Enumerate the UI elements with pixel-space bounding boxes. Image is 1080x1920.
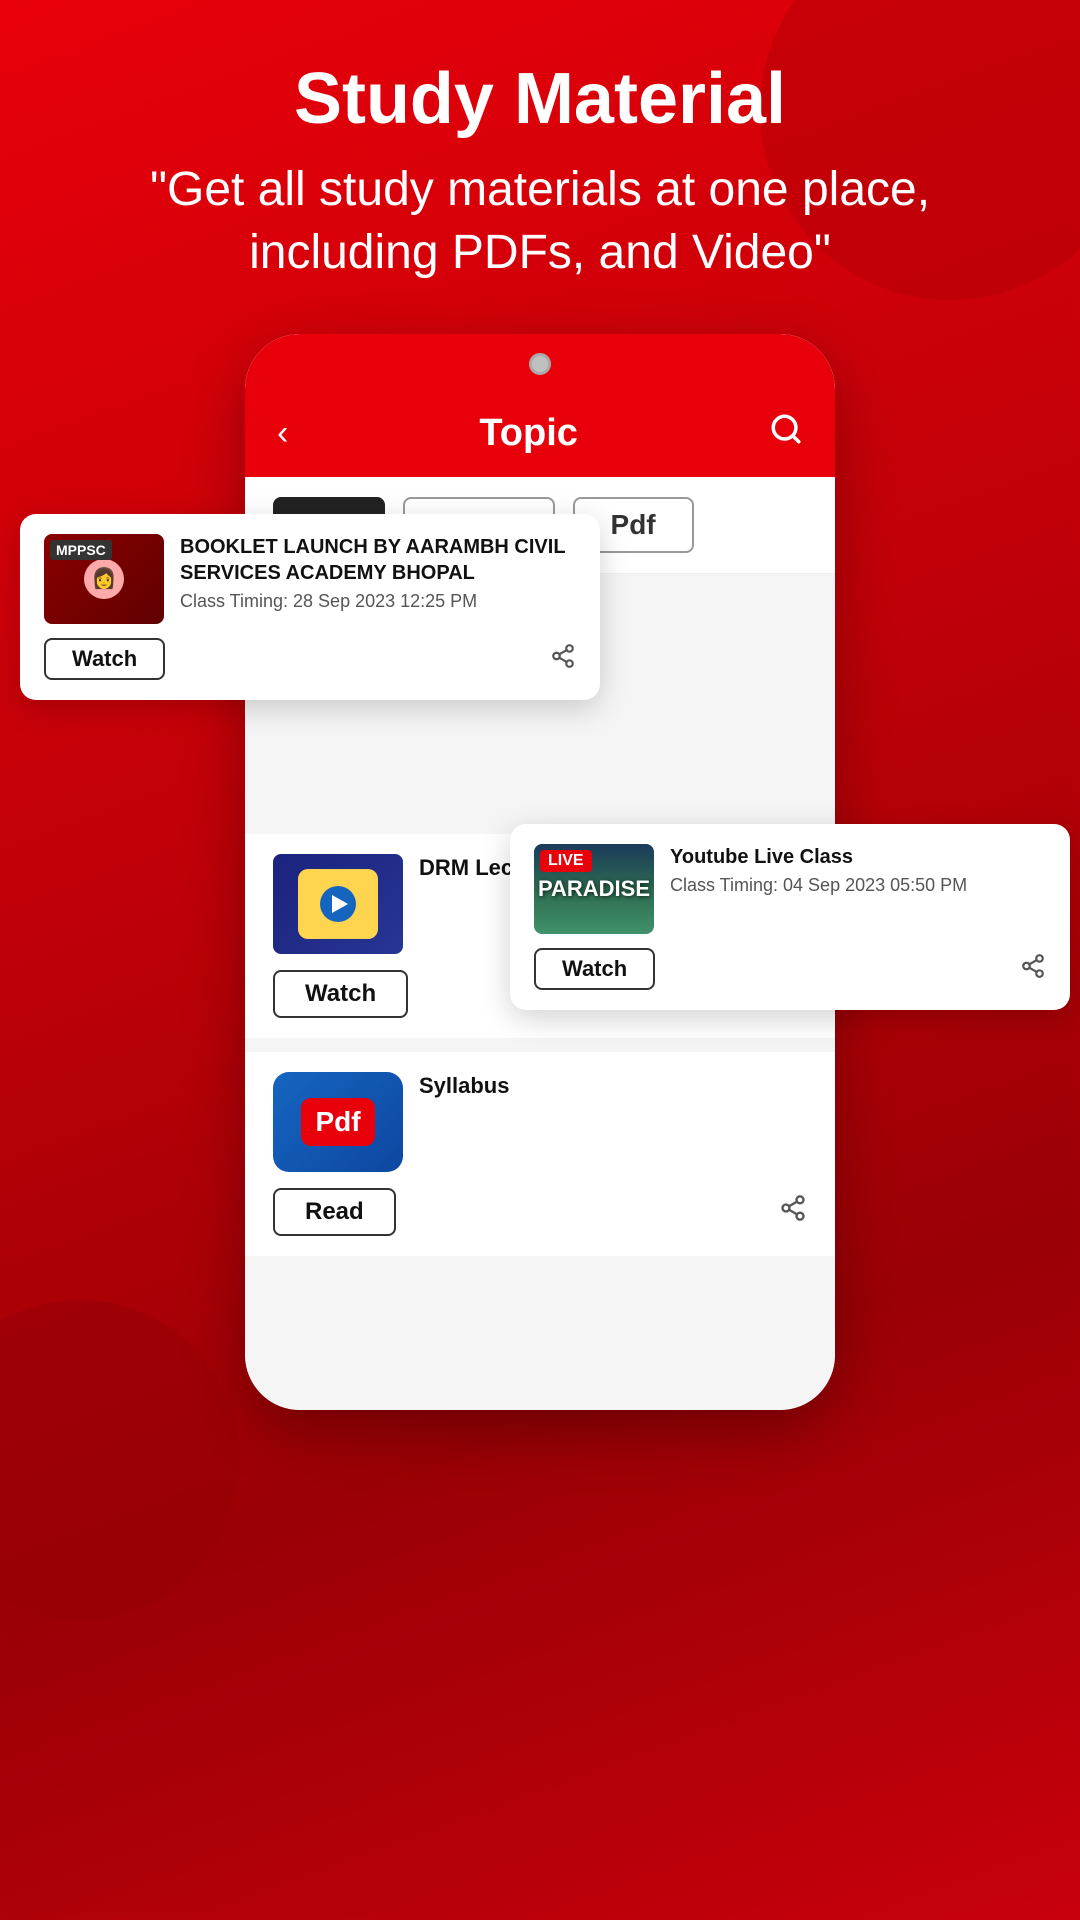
phone-bottom [245,1350,835,1410]
screen-title: Topic [479,412,578,455]
floating-card-booklet: MPPSC 👩 BOOKLET LAUNCH BY AARAMBH CIVIL … [20,514,600,700]
watch-button[interactable]: Watch [273,970,408,1018]
paradise-thumbnail: LIVE PARADISE [534,844,654,934]
float-title: BOOKLET LAUNCH BY AARAMBH CIVIL SERVICES… [180,534,576,586]
share-icon[interactable] [1020,953,1046,984]
mppsc-thumbnail: MPPSC 👩 [44,534,164,624]
watch-button[interactable]: Watch [534,948,655,990]
item-top: Pdf Syllabus [273,1072,807,1172]
search-icon[interactable] [769,412,803,455]
float-info: BOOKLET LAUNCH BY AARAMBH CIVIL SERVICES… [180,534,576,612]
pdf-badge: Pdf [301,1098,374,1146]
phone-camera [529,353,551,375]
share-icon[interactable] [779,1194,807,1229]
mppsc-label: MPPSC [50,540,112,560]
share-icon[interactable] [550,643,576,674]
pdf-thumbnail: Pdf [273,1072,403,1172]
list-item: Pdf Syllabus Read [245,1052,835,1256]
float-timing: Class Timing: 04 Sep 2023 05:50 PM [670,875,1046,896]
drm-thumbnail [273,854,403,954]
float-item-top: MPPSC 👩 BOOKLET LAUNCH BY AARAMBH CIVIL … [44,534,576,624]
back-button[interactable]: ‹ [277,414,288,453]
float-info: Youtube Live Class Class Timing: 04 Sep … [670,844,1046,896]
drm-icon-background [298,869,378,939]
floating-card-youtube: LIVE PARADISE Youtube Live Class Class T… [510,824,1070,1010]
play-triangle-icon [332,895,348,913]
subtitle: "Get all study materials at one place, i… [60,159,1020,284]
float-bottom: Watch [44,638,576,680]
float-timing: Class Timing: 28 Sep 2023 12:25 PM [180,591,576,612]
paradise-text: PARADISE [538,876,650,902]
app-header: ‹ Topic [245,394,835,477]
main-title: Study Material [60,60,1020,139]
item-info: Syllabus [419,1072,807,1107]
float-title: Youtube Live Class [670,844,1046,870]
float-item-top: LIVE PARADISE Youtube Live Class Class T… [534,844,1046,934]
float-bottom: Watch [534,948,1046,990]
bottom-spacer [245,1270,835,1330]
item-title: Syllabus [419,1072,807,1101]
header-section: Study Material "Get all study materials … [0,0,1080,324]
read-button[interactable]: Read [273,1188,396,1236]
item-bottom: Read [273,1188,807,1236]
play-circle [320,886,356,922]
watch-button[interactable]: Watch [44,638,165,680]
phone-wrapper: ‹ Topic All Video Pdf [0,334,1080,1490]
phone-top-bar [245,334,835,394]
live-badge: LIVE [540,850,592,872]
